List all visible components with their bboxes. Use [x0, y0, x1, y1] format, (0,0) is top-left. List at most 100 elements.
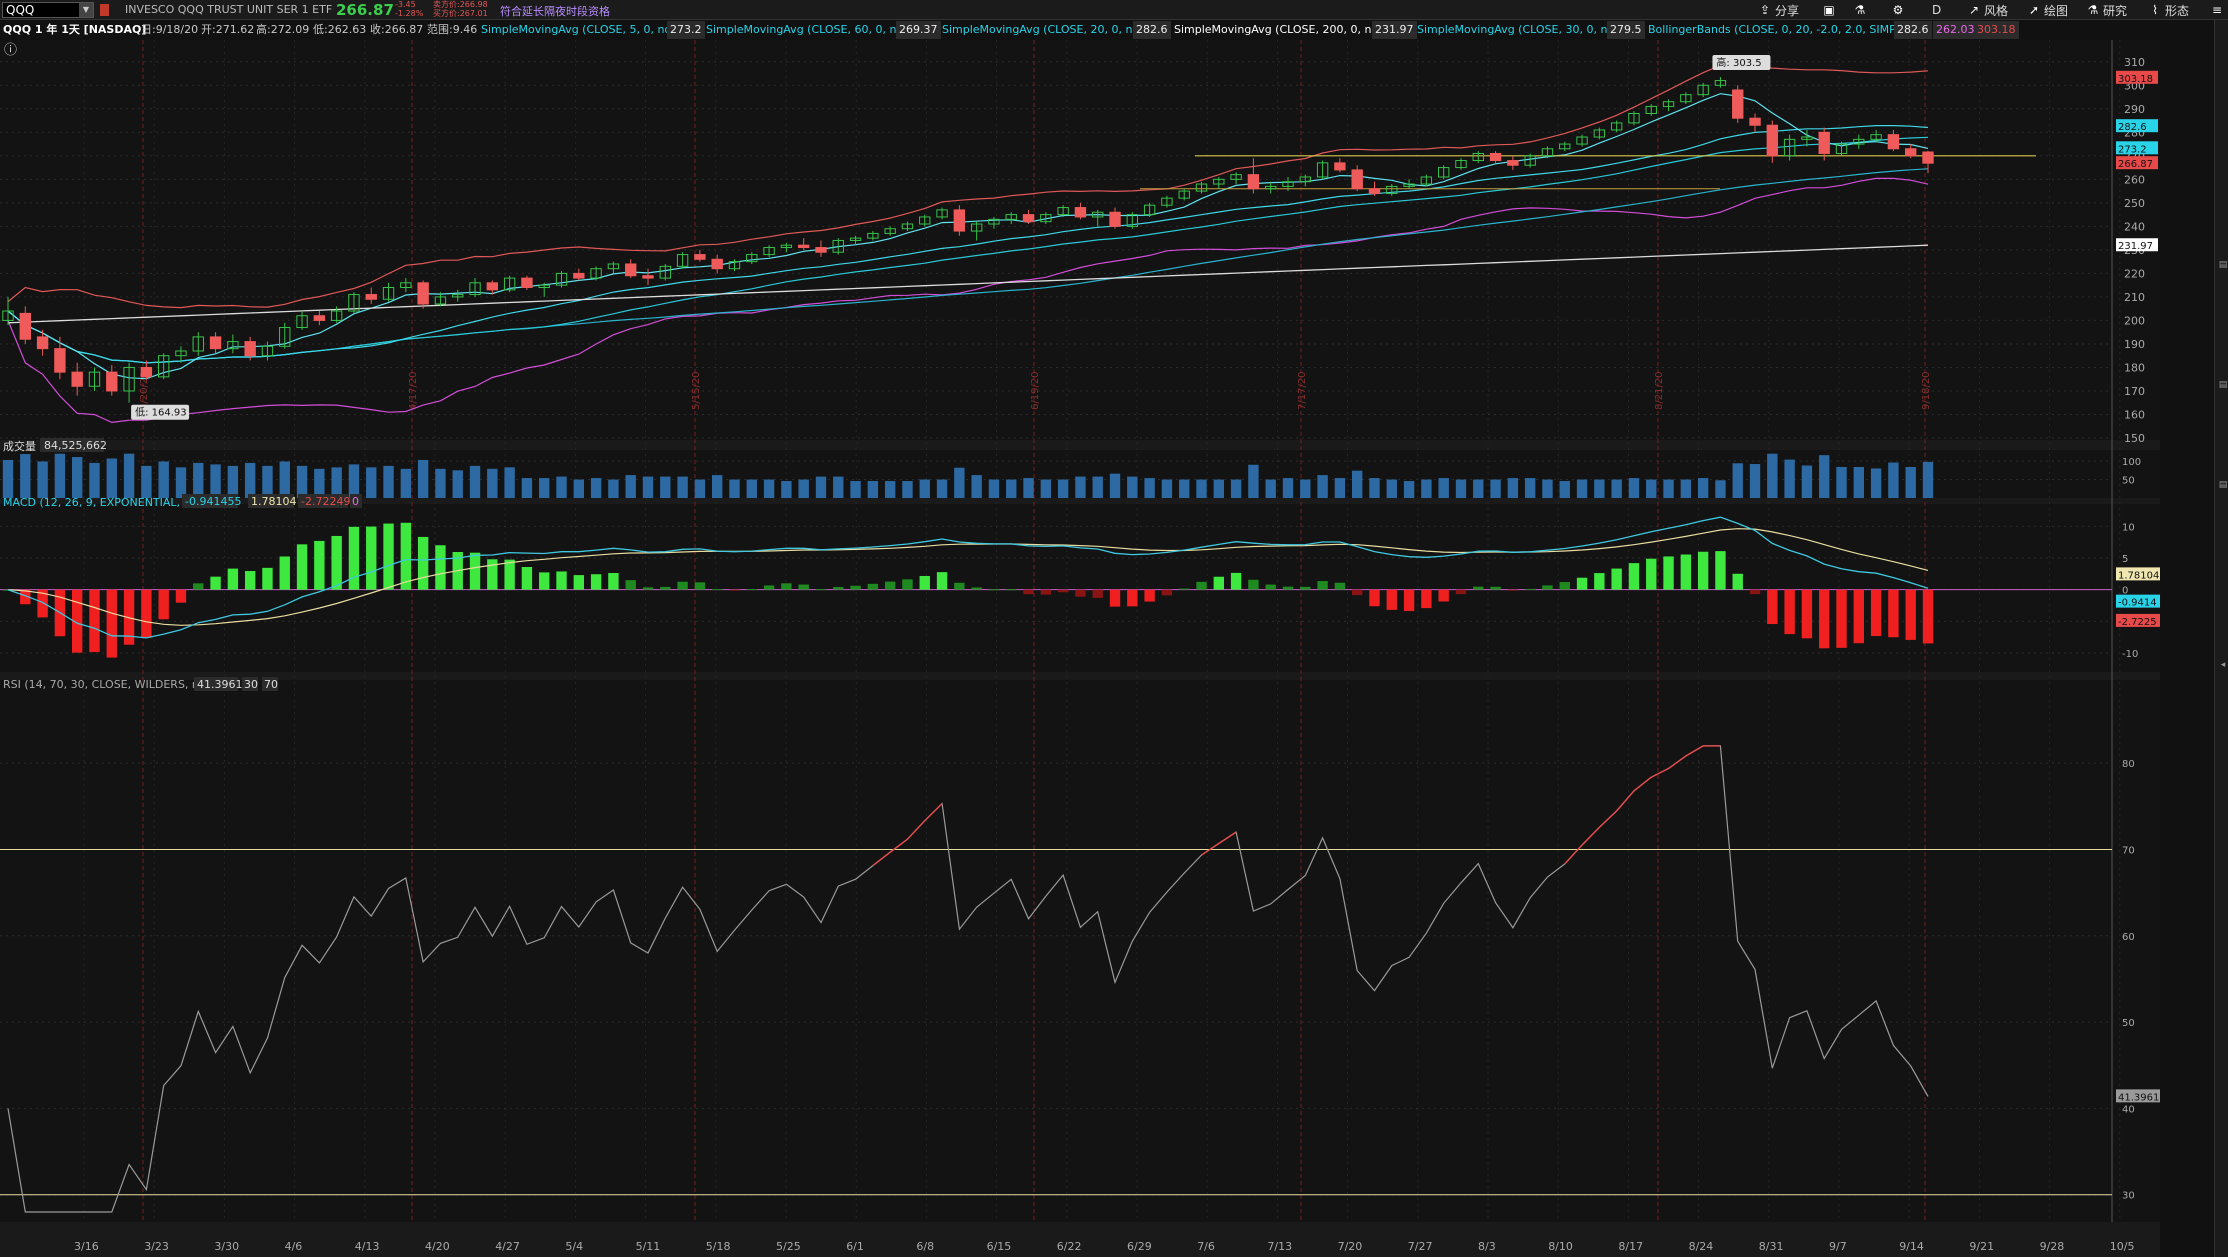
price-tick-label: 260: [2124, 173, 2145, 186]
macd-histogram-bar: [850, 585, 861, 590]
candle-body: [140, 366, 153, 378]
macd-histogram-bar: [833, 587, 844, 590]
patterns-label: 形态: [2165, 3, 2190, 18]
candle-body: [711, 258, 723, 270]
x-tick-label: 6/29: [1127, 1240, 1152, 1253]
macd-histogram-bar: [694, 582, 706, 590]
volume-bar: [1784, 459, 1795, 498]
volume-bar: [193, 462, 204, 498]
study-bollinger-lower: 262.03: [1933, 21, 1978, 39]
x-tick-label: 7/27: [1408, 1240, 1433, 1253]
volume-bar: [660, 476, 671, 498]
x-tick-label: 3/16: [74, 1240, 99, 1253]
low-readout: 低:262.63: [313, 23, 367, 36]
macd-histogram-bar: [1300, 586, 1311, 590]
right-side-panel[interactable]: ▤ ▤ ▤ ◂: [2214, 20, 2228, 1257]
side-tab-1[interactable]: ▤: [2216, 260, 2228, 270]
chart-canvas[interactable]: 3103002902802702602502402302202102001901…: [0, 40, 2212, 1257]
candle-body: [209, 336, 222, 350]
study-sma20-label[interactable]: SimpleMovingAvg (CLOSE, 20, 0, no): [942, 21, 1143, 39]
menu-button[interactable]: ≡: [2210, 2, 2224, 18]
volume-bar: [279, 461, 290, 498]
volume-bar: [296, 465, 308, 498]
macd-histogram-bar: [573, 575, 584, 590]
price-change: -3.45 -1.28%: [395, 0, 423, 18]
volume-bar: [1317, 475, 1328, 498]
study-sma30-label[interactable]: SimpleMovingAvg (CLOSE, 30, 0, no): [1417, 21, 1618, 39]
flag-icon[interactable]: [100, 4, 109, 16]
volume-bar: [1576, 479, 1588, 498]
macd-histogram-bar: [1386, 589, 1397, 610]
volume-bar: [1507, 478, 1519, 498]
macd-histogram-bar: [348, 526, 360, 590]
volume-bar: [781, 481, 792, 498]
candle-body: [694, 254, 706, 260]
study-bollinger-label[interactable]: BollingerBands (CLOSE, 0, 20, -2.0, 2.0,…: [1648, 21, 1913, 39]
candle-body: [797, 244, 810, 249]
macd-histogram-bar: [746, 589, 757, 591]
volume-bar: [539, 478, 550, 498]
volume-bar: [262, 465, 273, 498]
volume-bar: [417, 459, 429, 498]
volume-bar: [850, 481, 861, 498]
macd-histogram-bar: [1282, 586, 1294, 590]
flask-button[interactable]: ⚗: [1853, 2, 1867, 18]
volume-bar: [608, 479, 619, 498]
share-button[interactable]: ⇪ 分享: [1758, 2, 1799, 18]
study-icon: ⚗: [2087, 3, 2099, 17]
x-tick-label: 9/14: [1899, 1240, 1924, 1253]
volume-bar: [954, 467, 965, 498]
panel-separator: [0, 672, 2160, 680]
volume-bar: [435, 468, 446, 498]
side-tab-3[interactable]: ▤: [2216, 480, 2228, 490]
macd-histogram-bar: [1888, 589, 1899, 638]
volume-bar: [1386, 479, 1397, 498]
x-tick-label: 6/22: [1057, 1240, 1082, 1253]
settings-button[interactable]: ⚙: [1891, 2, 1905, 18]
macd-histogram-bar: [712, 589, 723, 591]
macd-histogram-bar: [1265, 584, 1276, 590]
side-tab-4[interactable]: ◂: [2216, 660, 2228, 670]
macd-histogram-bar: [1767, 589, 1778, 625]
volume-bar: [1594, 479, 1605, 498]
macd-histogram-bar: [1697, 551, 1709, 590]
study-sma5-label[interactable]: SimpleMovingAvg (CLOSE, 5, 0, no): [481, 21, 675, 39]
study-sma200-label[interactable]: SimpleMovingAvg (CLOSE, 200, 0, no): [1174, 21, 1382, 39]
timeframe-button[interactable]: D: [1932, 2, 1941, 18]
change-value: -3.45: [395, 0, 416, 9]
studies-button[interactable]: ⚗ 研究: [2086, 2, 2127, 18]
volume-bar: [1455, 479, 1467, 498]
patterns-button[interactable]: ⌇ 形态: [2148, 2, 2189, 18]
candle-body: [1887, 134, 1900, 150]
candle-body: [106, 371, 118, 392]
chart-area[interactable]: 3103002902802702602502402302202102001901…: [0, 40, 2212, 1257]
volume-bar: [988, 479, 1000, 498]
study-sma60-label[interactable]: SimpleMovingAvg (CLOSE, 60, 0, no): [706, 21, 907, 39]
layout-button[interactable]: ▣: [1822, 2, 1836, 18]
volume-bar: [1836, 466, 1847, 498]
volume-bar: [1715, 480, 1726, 498]
extended-hours-link[interactable]: 符合延长隔夜时段资格: [500, 3, 610, 19]
candle-body: [36, 336, 49, 350]
chevron-down-icon[interactable]: ▼: [79, 3, 93, 17]
macd-histogram-bar: [1646, 558, 1657, 590]
x-tick-label: 7/13: [1267, 1240, 1292, 1253]
macd-histogram-bar: [262, 567, 273, 590]
side-tab-2[interactable]: ▤: [2216, 380, 2228, 390]
macd-histogram-bar: [1109, 589, 1121, 607]
candle-body: [417, 282, 429, 305]
macd-histogram-bar: [1680, 554, 1692, 590]
study-sma200-value: 231.97: [1372, 21, 1417, 39]
x-tick-label: 4/20: [425, 1240, 450, 1253]
event-label: 8/21/20: [1654, 371, 1665, 410]
style-button[interactable]: ↗ 风格: [1967, 2, 2008, 18]
volume-bar: [1697, 478, 1709, 498]
volume-bar: [1490, 479, 1501, 498]
drawing-button[interactable]: ➚ 绘图: [2027, 2, 2068, 18]
volume-bar: [1334, 478, 1346, 498]
symbol-input[interactable]: QQQ ▼: [2, 2, 94, 18]
event-label: 4/17/20: [408, 371, 419, 410]
macd-histogram-bar: [556, 571, 567, 590]
volume-bar: [54, 453, 66, 498]
price-tick-label: 210: [2124, 291, 2145, 304]
